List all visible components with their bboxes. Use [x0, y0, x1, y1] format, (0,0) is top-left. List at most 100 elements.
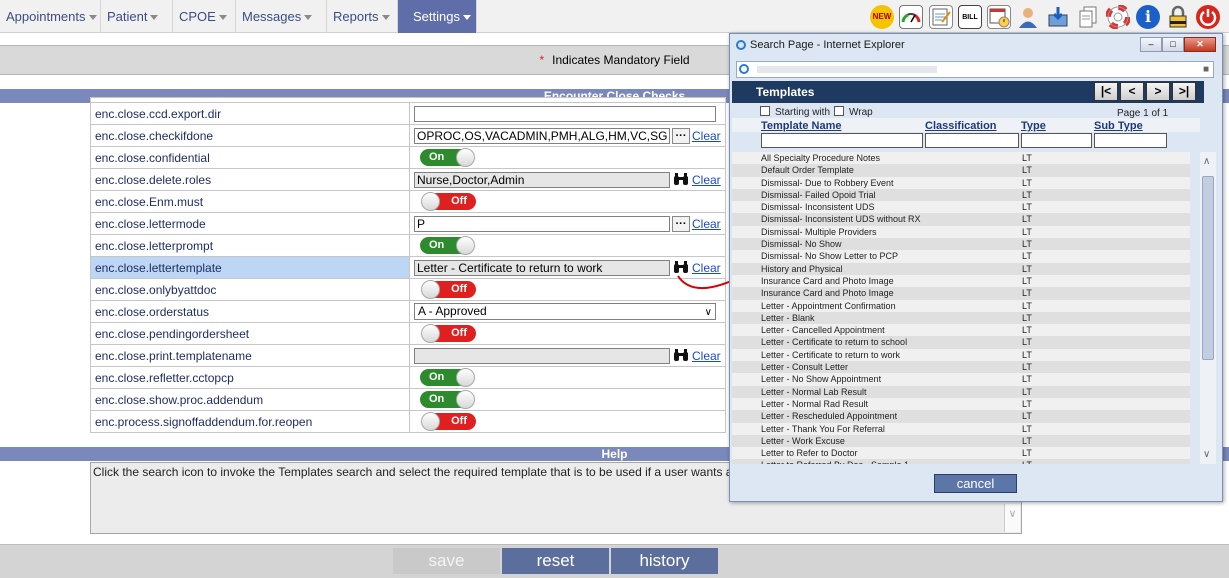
ie-page-icon: [739, 64, 749, 74]
setting-text-input[interactable]: OPROC,OS,VACADMIN,PMH,ALG,HM,VC,SG: [414, 127, 670, 144]
setting-text-input[interactable]: Letter - Certificate to return to work: [414, 259, 670, 276]
template-type: LT: [1022, 226, 1032, 237]
templates-scrollbar[interactable]: ∧ ∨: [1200, 152, 1216, 464]
setting-text-input[interactable]: [414, 105, 716, 122]
template-row[interactable]: Letter - Blank LT: [732, 311, 1190, 325]
template-row[interactable]: Letter - Cancelled Appointment LT: [732, 324, 1190, 337]
template-row[interactable]: Dismissal- Inconsistent UDS without RX LT: [732, 213, 1190, 226]
binoculars-search-icon[interactable]: [672, 172, 690, 188]
nav-settings[interactable]: Settings: [398, 0, 477, 33]
setting-text-input[interactable]: [414, 347, 670, 364]
template-row[interactable]: Letter - Normal Lab Result LT: [732, 385, 1190, 398]
lock-icon[interactable]: [1166, 5, 1190, 29]
nav-cpoe[interactable]: CPOE: [173, 0, 236, 33]
toggle-switch[interactable]: Off: [421, 280, 476, 299]
template-row[interactable]: Dismissal- Failed Opoid Trial LT: [732, 188, 1190, 202]
popup-window-title: Search Page - Internet Explorer: [750, 39, 905, 51]
reset-button[interactable]: reset: [502, 548, 609, 574]
template-row[interactable]: Default Order Template LT: [732, 164, 1190, 177]
scrollbar-thumb[interactable]: [1202, 176, 1214, 360]
template-row[interactable]: Dismissal- No Show Letter to PCP LT: [732, 250, 1190, 263]
col-type[interactable]: Type: [1021, 120, 1046, 132]
cancel-button[interactable]: cancel: [934, 474, 1017, 493]
lifebuoy-icon[interactable]: [1106, 5, 1130, 29]
template-row[interactable]: Letter to Referred By Doc - Sample 1 LT: [732, 459, 1190, 464]
lookup-ellipsis-icon[interactable]: ···: [672, 215, 690, 232]
setting-text-input[interactable]: P: [414, 215, 670, 232]
user-icon[interactable]: [1016, 5, 1040, 29]
inbox-download-icon[interactable]: [1046, 5, 1070, 29]
wrap-checkbox[interactable]: [834, 106, 844, 116]
toggle-switch[interactable]: On: [420, 368, 475, 387]
template-row[interactable]: Letter - Thank You For Referral LT: [732, 422, 1190, 435]
clear-link[interactable]: Clear: [692, 173, 721, 187]
chevron-up-icon[interactable]: ∧: [1203, 156, 1210, 167]
template-row[interactable]: Letter - No Show Appointment LT: [732, 373, 1190, 386]
template-row[interactable]: Dismissal- Inconsistent UDS LT: [732, 201, 1190, 214]
setting-value-cell: Off: [409, 322, 726, 345]
nav-appointments[interactable]: Appointments: [0, 0, 101, 33]
toggle-switch[interactable]: Off: [421, 412, 476, 431]
toggle-switch[interactable]: On: [420, 236, 475, 255]
clear-link[interactable]: Clear: [692, 129, 721, 143]
calendar-clock-icon[interactable]: [987, 5, 1011, 29]
nav-patient[interactable]: Patient: [101, 0, 173, 33]
lookup-ellipsis-icon[interactable]: ···: [672, 127, 690, 144]
binoculars-search-icon[interactable]: [672, 348, 690, 364]
close-button[interactable]: ✕: [1184, 37, 1216, 52]
nav-reports[interactable]: Reports: [327, 0, 398, 33]
template-row[interactable]: Insurance Card and Photo Image LT: [732, 287, 1190, 300]
clear-link[interactable]: Clear: [692, 349, 721, 363]
toggle-switch[interactable]: Off: [421, 192, 476, 211]
toggle-switch[interactable]: On: [420, 390, 475, 409]
prev-page-button[interactable]: <: [1120, 82, 1144, 101]
bill-icon[interactable]: BILL: [958, 5, 982, 29]
template-row[interactable]: Letter - Normal Rad Result LT: [732, 397, 1190, 411]
settings-row: enc.close.Enm.must Off: [90, 190, 726, 213]
last-page-button[interactable]: >|: [1172, 82, 1196, 101]
col-classification[interactable]: Classification: [925, 120, 997, 132]
dashboard-gauge-icon[interactable]: [899, 5, 923, 29]
type-filter-input[interactable]: [1021, 133, 1092, 148]
classification-filter-input[interactable]: [925, 133, 1019, 148]
template-row[interactable]: Dismissal- Multiple Providers LT: [732, 225, 1190, 239]
template-name: Letter - Consult Letter: [761, 362, 849, 373]
col-sub-type[interactable]: Sub Type: [1094, 120, 1143, 132]
next-page-button[interactable]: >: [1146, 82, 1170, 101]
toggle-switch[interactable]: Off: [421, 324, 476, 343]
template-row[interactable]: Letter to Refer to Doctor LT: [732, 447, 1190, 460]
template-row[interactable]: Dismissal- No Show LT: [732, 238, 1190, 251]
template-row[interactable]: Letter - Appointment Confirmation LT: [732, 299, 1190, 312]
template-type: LT: [1022, 202, 1032, 213]
template-row[interactable]: Letter - Certificate to return to school…: [732, 336, 1190, 349]
save-button[interactable]: save: [393, 548, 500, 574]
template-row[interactable]: Letter - Rescheduled Appointment LT: [732, 410, 1190, 423]
template-row[interactable]: Insurance Card and Photo Image LT: [732, 274, 1190, 288]
template-row[interactable]: Letter - Certificate to return to work LT: [732, 348, 1190, 362]
notepad-icon[interactable]: [929, 5, 953, 29]
sub-type-filter-input[interactable]: [1094, 133, 1167, 148]
template-row[interactable]: Letter - Work Excuse LT: [732, 434, 1190, 448]
setting-text-input[interactable]: Nurse,Doctor,Admin: [414, 171, 670, 188]
power-icon[interactable]: [1196, 5, 1220, 29]
clear-link[interactable]: Clear: [692, 217, 721, 231]
template-row[interactable]: History and Physical LT: [732, 262, 1190, 275]
minimize-button[interactable]: –: [1140, 37, 1162, 52]
chevron-down-icon[interactable]: ∨: [1004, 504, 1020, 532]
first-page-button[interactable]: |<: [1094, 82, 1118, 101]
template-name-filter-input[interactable]: [761, 133, 923, 148]
nav-messages[interactable]: Messages: [236, 0, 327, 33]
address-bar[interactable]: ■: [736, 61, 1214, 78]
chevron-down-icon[interactable]: ∨: [1203, 449, 1210, 460]
toggle-switch[interactable]: On: [420, 148, 475, 167]
documents-icon[interactable]: [1076, 5, 1100, 29]
starting-with-checkbox[interactable]: [760, 106, 770, 116]
col-template-name[interactable]: Template Name: [761, 120, 842, 132]
template-row[interactable]: Letter - Consult Letter LT: [732, 361, 1190, 374]
template-row[interactable]: Dismissal- Due to Robbery Event LT: [732, 176, 1190, 189]
history-button[interactable]: history: [611, 548, 718, 574]
template-row[interactable]: All Specialty Procedure Notes LT: [732, 152, 1190, 165]
new-icon[interactable]: NEW: [870, 5, 894, 29]
maximize-button[interactable]: □: [1162, 37, 1184, 52]
info-icon[interactable]: i: [1136, 5, 1160, 29]
